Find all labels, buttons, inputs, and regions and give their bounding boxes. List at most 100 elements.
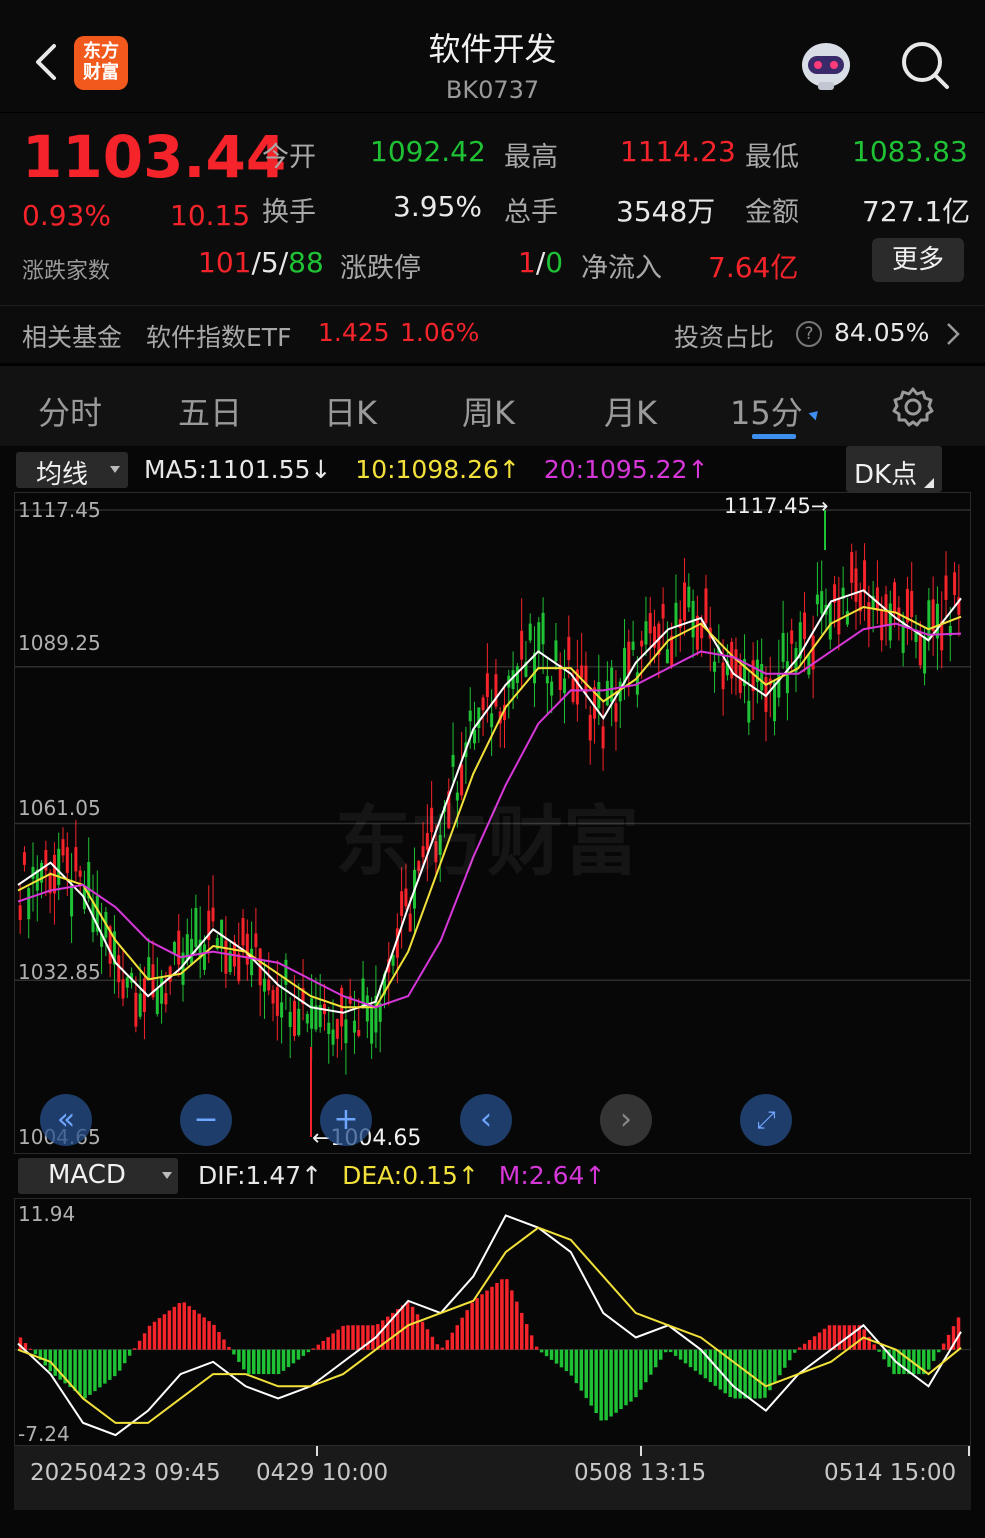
candle-body [138,993,142,1017]
candle-body [74,847,78,872]
open-label: 今开 [262,142,316,173]
candle-body [953,572,957,596]
help-icon[interactable]: ? [796,321,822,347]
macd-chart[interactable] [14,1198,971,1446]
candle-body [807,654,811,675]
breadth-up: 101 [198,246,252,279]
settings-gear-icon[interactable] [892,386,934,432]
candle-body [451,754,455,767]
tab-weekly-k[interactable]: 周K [462,388,515,434]
candle-body [297,1008,301,1036]
candle-body [687,586,691,608]
candle-body [614,703,618,722]
netflow-label: 净流入 [581,253,662,284]
zoom-out-button[interactable]: − [180,1094,232,1146]
candle-body [245,933,249,965]
tab-intraday[interactable]: 分时 [38,388,102,434]
ma20-value: 20:1095.22 [543,455,688,484]
candle-body [365,995,369,1022]
candle-body [288,1011,292,1028]
netflow-value: 7.64亿 [708,251,799,284]
sub-indicator-dropdown[interactable]: MACD [18,1158,178,1194]
more-button[interactable]: 更多 [872,238,964,282]
candle-body [400,891,404,917]
robot-assistant-icon[interactable] [798,38,854,92]
related-fund-row[interactable]: 相关基金 软件指数ETF 1.425 1.06% 投资占比 ? 84.05% [0,305,985,364]
candle-body [224,940,228,974]
breadth-down: 88 [288,246,324,279]
candle-body [893,582,897,614]
candle-body [172,942,176,954]
low-label: 最低 [745,142,799,173]
chevron-right-icon[interactable] [944,321,962,351]
candle-body [605,680,609,706]
tab-15min[interactable]: 15分 [730,388,803,434]
candle-body [627,641,631,676]
candle-body [815,594,819,605]
candle-body [935,603,939,639]
candle-body [284,959,288,985]
candle-body [820,591,824,614]
jump-start-button[interactable]: « [40,1094,92,1146]
candle-body [177,930,181,965]
candle-body [280,1002,284,1018]
zoom-in-button[interactable]: + [320,1094,372,1146]
scroll-right-button[interactable]: › [600,1094,652,1146]
tab-dropdown-caret-icon [808,407,822,421]
candle-body [267,979,271,991]
tab-monthly-k[interactable]: 月K [604,388,657,434]
y-label-1: 1117.45 [18,498,101,522]
low-value: 1083.83 [852,135,968,168]
dea-value: DEA:0.15 [342,1161,458,1190]
limit-values: 1/0 [518,246,564,279]
open-value: 1092.42 [370,135,486,168]
ratio-value: 84.05% [834,318,930,347]
candle-body [468,710,472,722]
ma-legend: MA5:1101.55↓ 10:1098.26↑ 20:1095.22↑ [144,455,709,484]
active-tab-indicator [752,434,796,439]
candle-body [631,641,635,650]
candle-body [194,908,198,947]
candle-body [541,612,545,645]
dk-point-button[interactable]: DK点 [846,446,942,492]
candle-body [494,674,498,707]
candle-body [734,649,738,676]
candle-body [781,632,785,662]
ma-indicator-dropdown[interactable]: 均线 [16,452,128,490]
candle-body [335,1019,339,1039]
candle-body [854,568,858,602]
candle-body [327,1022,331,1034]
scroll-left-button[interactable]: ‹ [460,1094,512,1146]
max-price-label: 1117.45→ [724,494,829,518]
tab-five-day[interactable]: 五日 [178,388,242,434]
candle-body [760,663,764,691]
fullscreen-button[interactable]: ⤢ [740,1094,792,1146]
candle-body [65,847,69,873]
candle-body [117,955,121,983]
macd-y-bottom: -7.24 [18,1422,70,1446]
macd-legend: DIF:1.47↑ DEA:0.15↑ M:2.64↑ [198,1161,606,1190]
search-icon[interactable] [898,38,952,92]
candle-body [704,588,708,624]
candle-body [70,883,74,917]
candle-body [134,992,138,1027]
y-label-4: 1032.85 [18,960,101,984]
candle-body [845,611,849,625]
candle-body [211,907,215,922]
candle-body [155,988,159,1015]
candle-body [275,987,279,1016]
dropdown-caret-icon [162,1172,172,1179]
limit-up: 1 [518,246,536,279]
turnover-label: 换手 [262,197,316,228]
candle-body [331,1029,335,1045]
candle-body [695,615,699,650]
candle-body [918,632,922,666]
breadth-values: 101/5/88 [198,246,324,279]
candle-body [357,1029,361,1036]
x-tick [640,1446,642,1456]
fund-name: 软件指数ETF [146,323,292,352]
tab-daily-k[interactable]: 日K [324,388,377,434]
candle-body [580,665,584,678]
candle-body [888,603,892,641]
candle-body [344,1019,348,1044]
